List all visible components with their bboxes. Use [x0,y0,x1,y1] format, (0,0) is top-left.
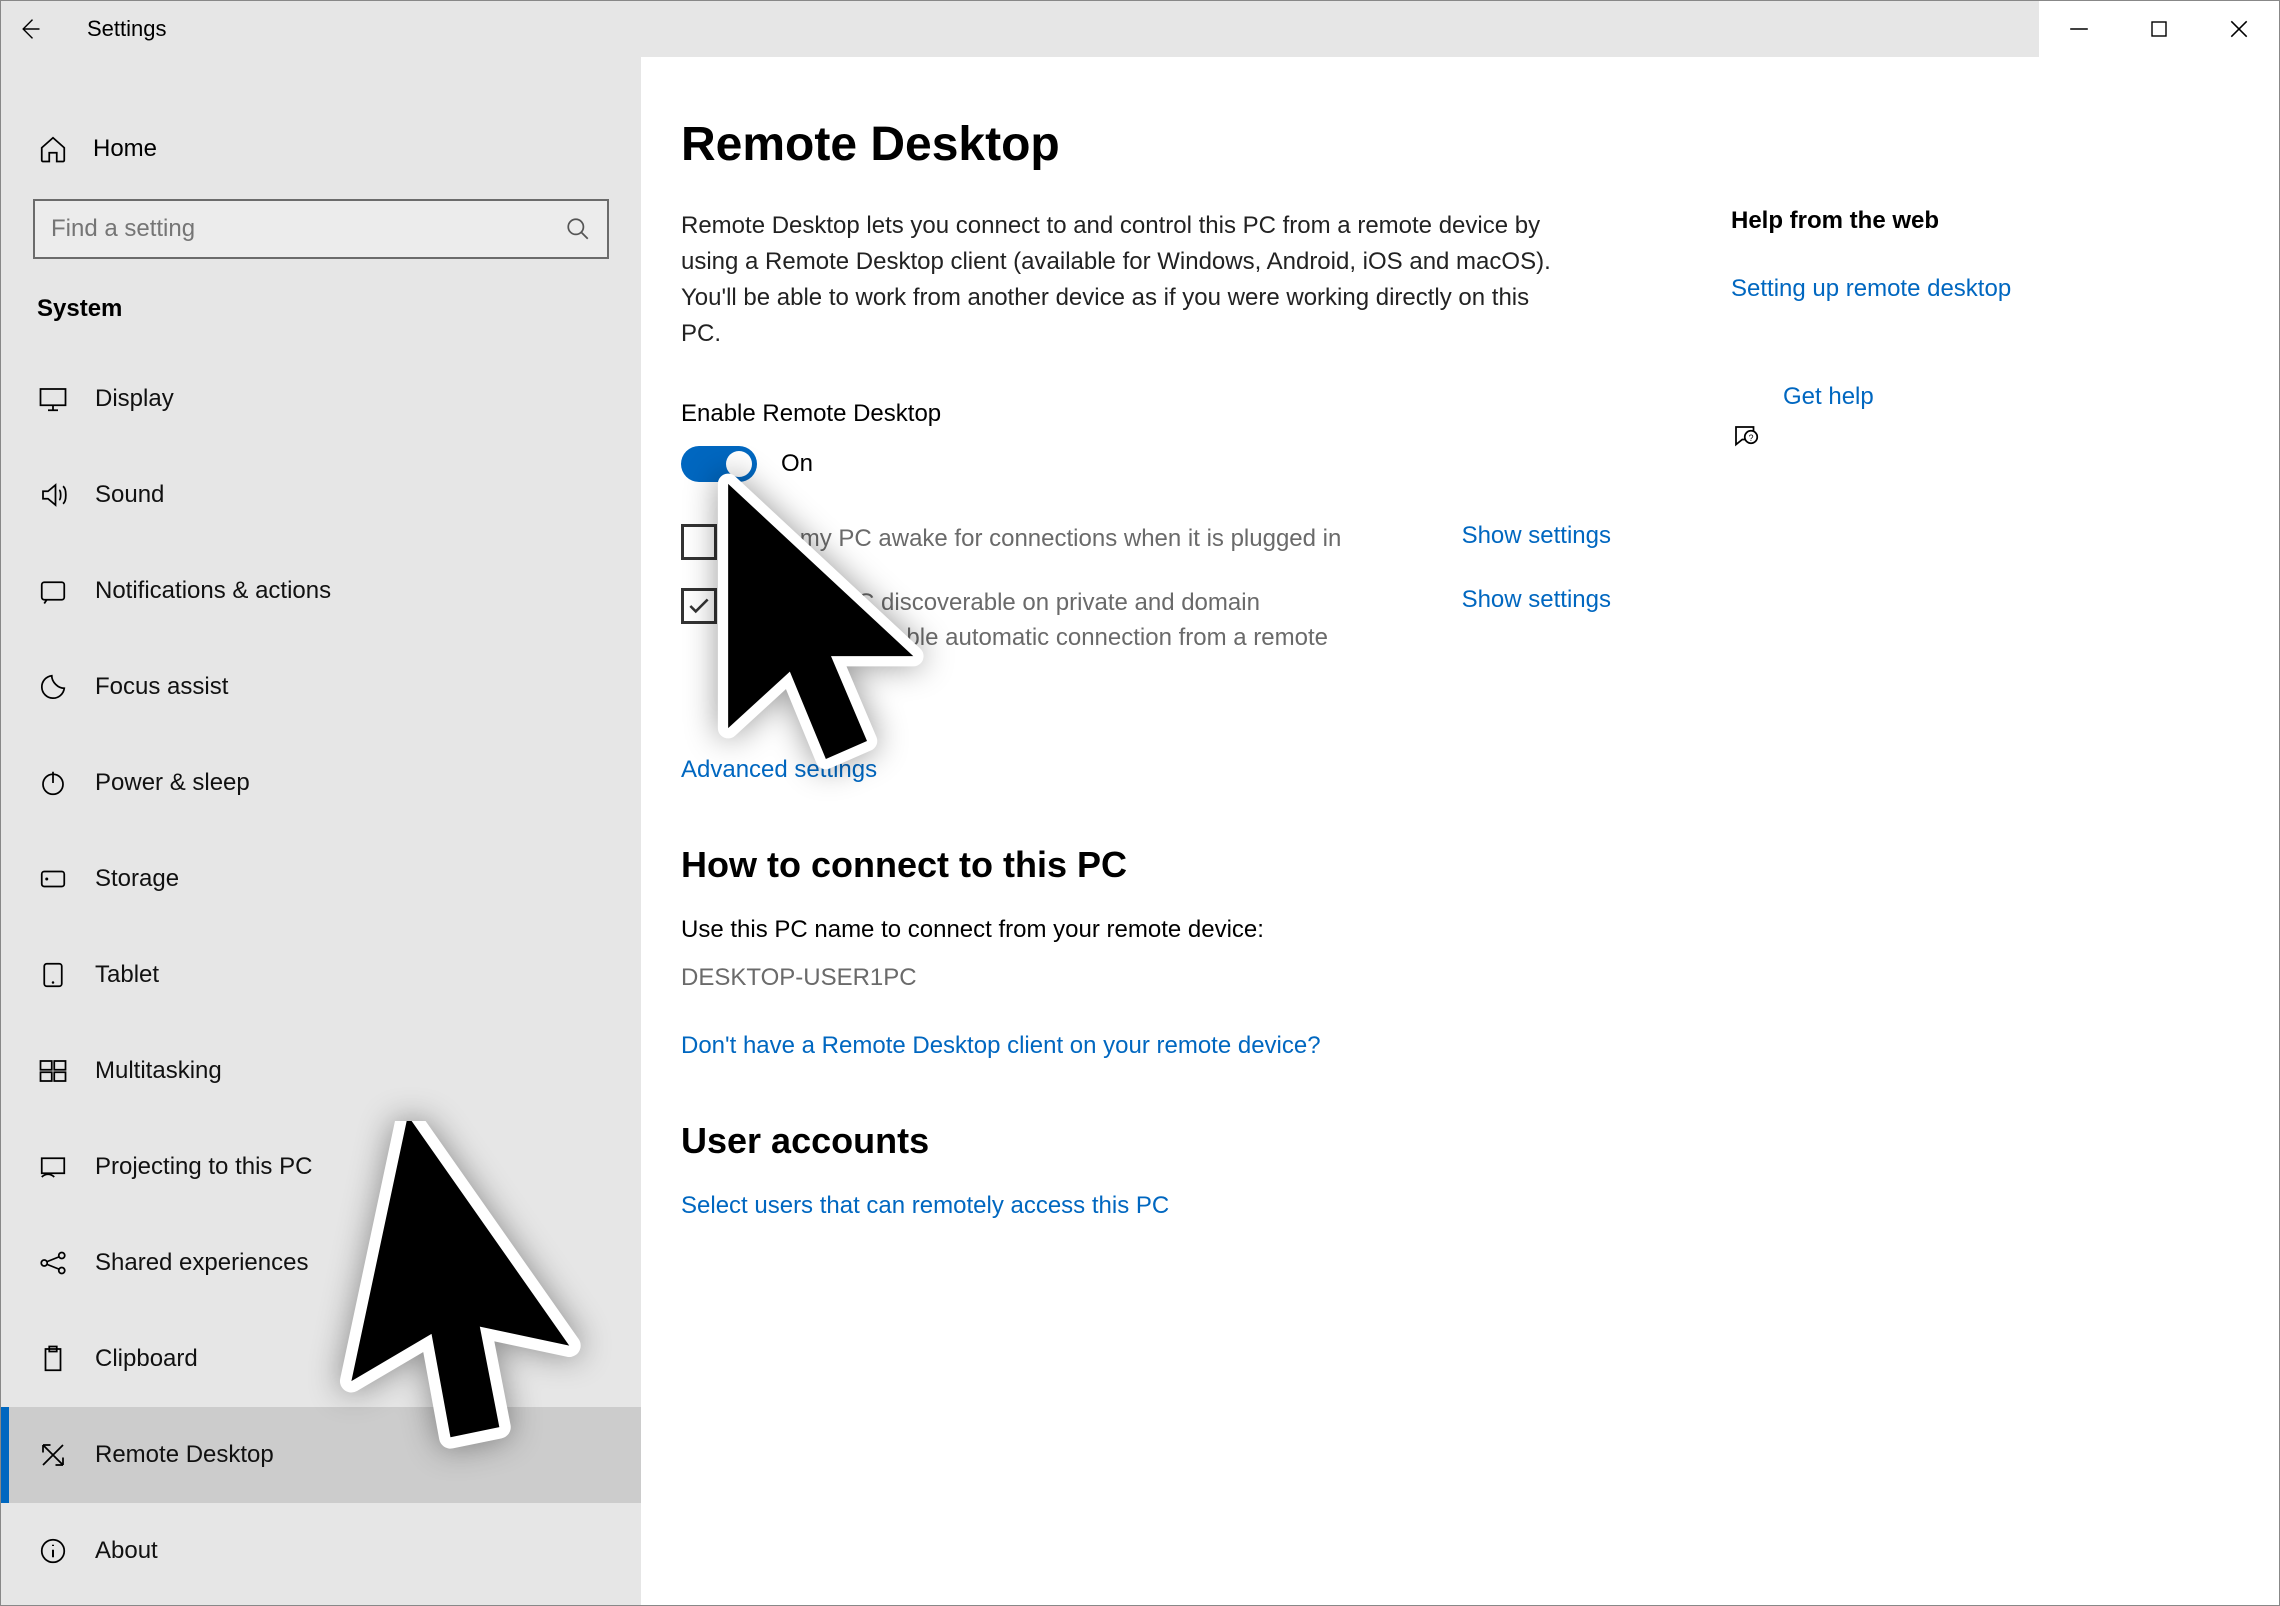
sidebar-item-label: Remote Desktop [95,1441,274,1469]
sidebar-item-display[interactable]: Display [1,351,641,447]
search-icon [565,216,591,242]
window-title: Settings [87,16,167,42]
sidebar-item-label: Focus assist [95,673,228,701]
sidebar: Home System Display Sound [1,57,641,1605]
search-wrap [1,181,641,287]
svg-text:?: ? [1749,433,1754,443]
sidebar-item-label: Projecting to this PC [95,1153,312,1181]
sidebar-item-sound[interactable]: Sound [1,447,641,543]
back-button[interactable] [1,1,57,57]
sidebar-item-projecting[interactable]: Projecting to this PC [1,1119,641,1215]
sidebar-item-notifications[interactable]: Notifications & actions [1,543,641,639]
titlebar: Settings [1,1,2279,57]
sidebar-item-label: Notifications & actions [95,577,331,605]
sidebar-item-label: About [95,1537,158,1565]
body: Home System Display Sound [1,57,2279,1605]
sidebar-item-multitasking[interactable]: Multitasking [1,1023,641,1119]
discoverable-row: Make my PC discoverable on private and d… [681,586,1611,690]
toggle-knob [726,451,752,477]
sidebar-item-focus-assist[interactable]: Focus assist [1,639,641,735]
clipboard-icon [37,1343,69,1375]
get-help-row[interactable]: ? Get help [1731,383,2279,491]
select-users-link[interactable]: Select users that can remotely access th… [681,1192,1169,1219]
sidebar-item-label: Multitasking [95,1057,222,1085]
remote-desktop-icon [37,1439,69,1471]
help-from-web-heading: Help from the web [1731,207,2279,235]
get-help-icon: ? [1731,422,1761,452]
search-input[interactable] [33,199,609,259]
sidebar-item-label: Clipboard [95,1345,198,1373]
shared-icon [37,1247,69,1279]
sound-icon [37,479,69,511]
sidebar-item-tablet[interactable]: Tablet [1,927,641,1023]
setup-remote-desktop-link[interactable]: Setting up remote desktop [1731,275,2279,303]
sidebar-item-remote-desktop[interactable]: Remote Desktop [1,1407,641,1503]
maximize-button[interactable] [2119,1,2199,57]
keep-awake-text: Keep my PC awake for connections when it… [737,522,1341,557]
how-to-connect-heading: How to connect to this PC [681,844,1611,886]
page-title: Remote Desktop [681,117,1611,172]
sidebar-item-clipboard[interactable]: Clipboard [1,1311,641,1407]
discoverable-text: Make my PC discoverable on private and d… [737,586,1357,690]
sidebar-item-label: Power & sleep [95,769,250,797]
main: Remote Desktop Remote Desktop lets you c… [641,57,2279,1605]
sidebar-item-label: Display [95,385,174,413]
home-nav[interactable]: Home [1,117,641,181]
display-icon [37,383,69,415]
keep-awake-row: Keep my PC awake for connections when it… [681,522,1611,560]
keep-awake-checkbox[interactable] [681,524,717,560]
enable-remote-desktop-label: Enable Remote Desktop [681,400,1611,428]
enable-remote-desktop-toggle[interactable] [681,446,757,482]
tablet-icon [37,959,69,991]
focus-assist-icon [37,671,69,703]
projecting-icon [37,1151,69,1183]
nav-list: Display Sound Notifications & actions Fo… [1,351,641,1599]
notifications-icon [37,575,69,607]
page-description: Remote Desktop lets you connect to and c… [681,208,1571,352]
keep-awake-show-settings-link[interactable]: Show settings [1462,522,1611,550]
toggle-state-label: On [781,450,813,478]
storage-icon [37,863,69,895]
connect-hint: Use this PC name to connect from your re… [681,916,1611,944]
advanced-settings-link[interactable]: Advanced settings [681,756,877,784]
sidebar-item-label: Tablet [95,961,159,989]
get-help-link[interactable]: Get help [1783,383,1874,411]
sidebar-item-storage[interactable]: Storage [1,831,641,927]
window-controls [2039,1,2279,57]
content: Remote Desktop Remote Desktop lets you c… [681,117,1611,1605]
sidebar-section-label: System [1,287,641,351]
settings-window: Settings Home [0,0,2280,1606]
sidebar-item-about[interactable]: About [1,1503,641,1599]
power-icon [37,767,69,799]
discoverable-show-settings-link[interactable]: Show settings [1462,586,1611,614]
multitasking-icon [37,1055,69,1087]
sidebar-item-label: Storage [95,865,179,893]
close-button[interactable] [2199,1,2279,57]
home-icon [37,133,69,165]
sidebar-item-power-sleep[interactable]: Power & sleep [1,735,641,831]
enable-remote-desktop-toggle-row: On [681,446,1611,482]
sidebar-item-label: Shared experiences [95,1249,308,1277]
about-icon [37,1535,69,1567]
client-download-link[interactable]: Don't have a Remote Desktop client on yo… [681,1032,1611,1060]
minimize-button[interactable] [2039,1,2119,57]
aside-help: Help from the web Setting up remote desk… [1611,117,2279,1605]
sidebar-item-shared-experiences[interactable]: Shared experiences [1,1215,641,1311]
home-label: Home [93,135,157,163]
user-accounts-heading: User accounts [681,1120,1611,1162]
discoverable-checkbox[interactable] [681,588,717,624]
pc-name: DESKTOP-USER1PC [681,964,1611,992]
sidebar-item-label: Sound [95,481,164,509]
